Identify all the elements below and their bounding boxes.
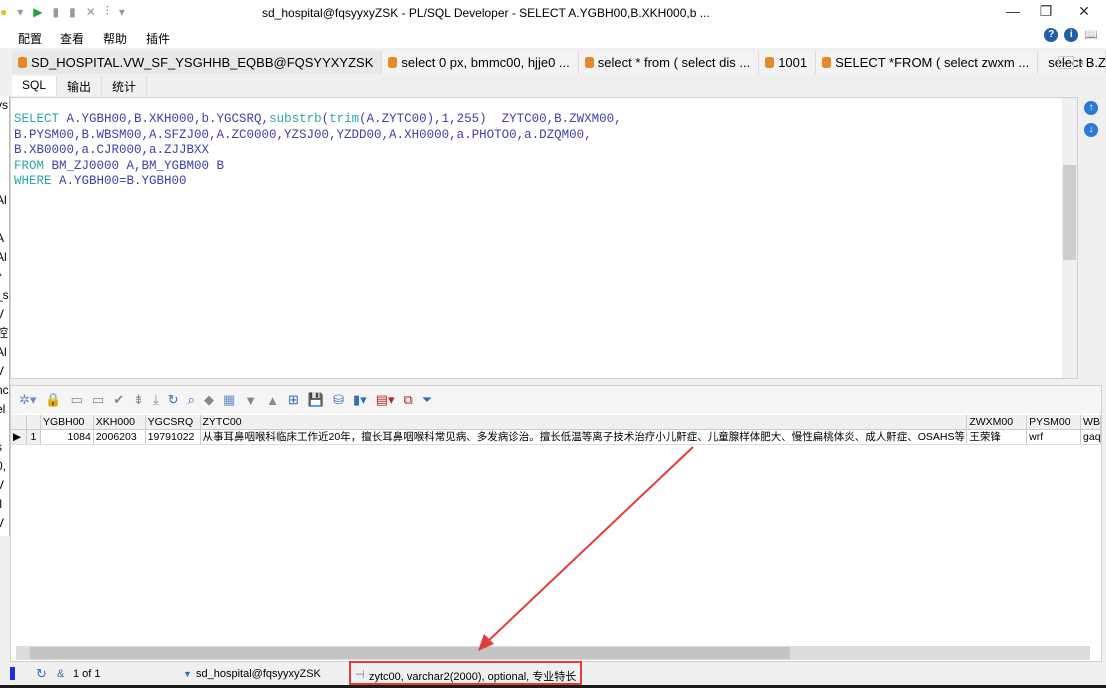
annotation-arrow [478,446,694,651]
